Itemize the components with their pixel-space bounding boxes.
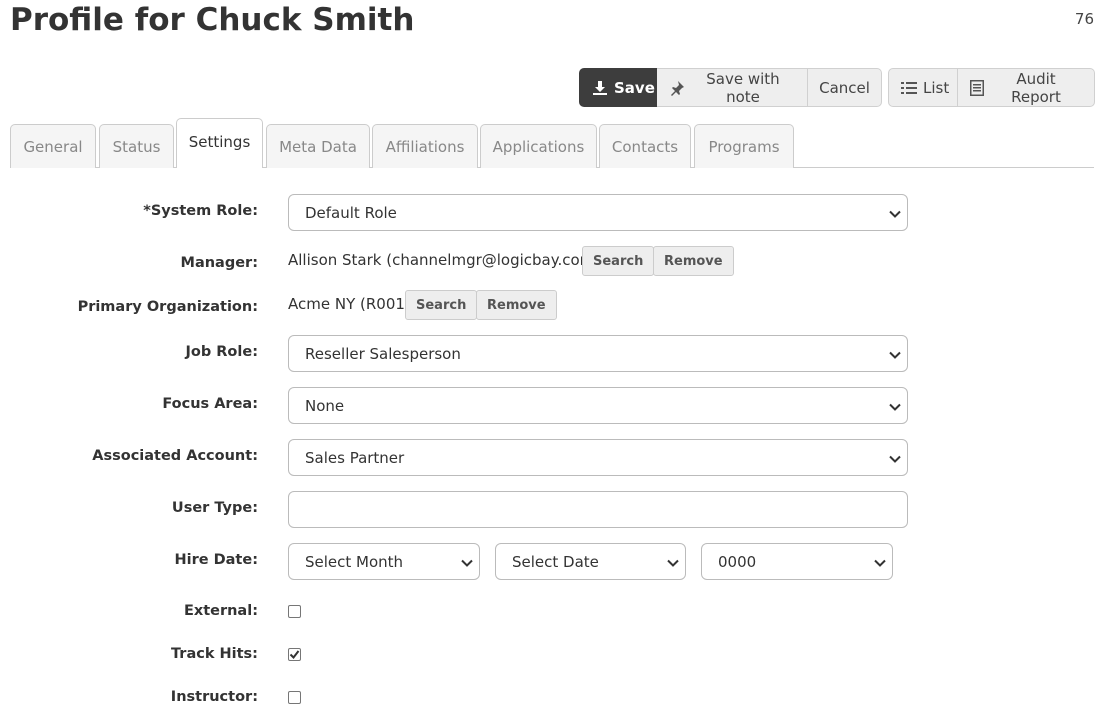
chevron-down-icon — [889, 204, 901, 222]
track-hits-label: Track Hits: — [171, 646, 258, 662]
chevron-down-icon — [874, 553, 886, 571]
focus-area-select[interactable]: None — [288, 387, 908, 424]
checkmark-icon — [289, 645, 300, 664]
manager-label: Manager: — [180, 255, 258, 271]
action-button-group: Save Save with note Cancel — [579, 68, 882, 107]
chevron-down-icon — [889, 397, 901, 415]
audit-report-label: Audit Report — [1011, 69, 1061, 106]
tab-status[interactable]: Status — [99, 124, 174, 168]
tab-general[interactable]: General — [10, 124, 96, 168]
associated-account-label: Associated Account: — [92, 448, 258, 464]
hire-year-select[interactable]: 0000 — [701, 543, 893, 580]
hire-month-value: Select Month — [305, 552, 404, 571]
system-role-select[interactable]: Default Role — [288, 194, 908, 231]
user-type-input[interactable] — [288, 491, 908, 528]
chevron-down-icon — [461, 553, 473, 571]
primary-org-search-button[interactable]: Search — [405, 290, 478, 320]
cancel-button[interactable]: Cancel — [808, 68, 882, 107]
audit-report-button[interactable]: Audit Report — [958, 68, 1095, 107]
focus-area-value: None — [305, 396, 345, 415]
job-role-select[interactable]: Reseller Salesperson — [288, 335, 908, 372]
save-with-note-button[interactable]: Save with note — [657, 68, 808, 107]
external-label: External: — [183, 603, 258, 619]
list-button-label: List — [923, 78, 950, 97]
instructor-label: Instructor: — [170, 689, 258, 705]
primary-org-remove-button[interactable]: Remove — [476, 290, 557, 320]
manager-value: Allison Stark (channelmgr@logicbay.com) — [288, 251, 601, 269]
tab-settings[interactable]: Settings — [176, 118, 263, 168]
chevron-down-icon — [667, 553, 679, 571]
save-with-note-label: Save with note — [706, 69, 780, 106]
hire-date-label: Hire Date: — [174, 552, 258, 568]
download-icon — [592, 80, 608, 96]
hire-year-value: 0000 — [718, 552, 757, 571]
instructor-checkbox[interactable] — [288, 691, 301, 704]
external-checkbox[interactable] — [288, 605, 301, 618]
tab-contacts[interactable]: Contacts — [599, 124, 691, 168]
job-role-label: Job Role: — [185, 344, 258, 360]
report-icon — [970, 79, 984, 96]
tab-meta-data[interactable]: Meta Data — [266, 124, 370, 168]
system-role-label: *System Role: — [143, 203, 258, 219]
list-button[interactable]: List — [888, 68, 958, 107]
tab-applications[interactable]: Applications — [480, 124, 597, 168]
save-button-label: Save — [614, 78, 655, 97]
save-button[interactable]: Save — [579, 68, 657, 107]
profile-tabs: General Status Settings Meta Data Affili… — [10, 118, 1094, 168]
list-icon — [901, 81, 917, 95]
job-role-value: Reseller Salesperson — [305, 344, 461, 363]
primary-org-label: Primary Organization: — [77, 299, 258, 315]
manager-search-button[interactable]: Search — [582, 246, 655, 276]
focus-area-label: Focus Area: — [162, 396, 258, 412]
chevron-down-icon — [889, 449, 901, 467]
cancel-button-label: Cancel — [819, 78, 870, 97]
track-hits-checkbox[interactable] — [288, 648, 301, 661]
hire-month-select[interactable]: Select Month — [288, 543, 480, 580]
report-button-group: List Audit Report — [888, 68, 1095, 107]
tab-affiliations[interactable]: Affiliations — [372, 124, 478, 168]
chevron-down-icon — [889, 345, 901, 363]
hire-day-select[interactable]: Select Date — [495, 543, 686, 580]
system-role-value: Default Role — [305, 203, 397, 222]
primary-org-value: Acme NY (R001) — [288, 295, 411, 313]
user-type-label: User Type: — [171, 500, 258, 516]
associated-account-select[interactable]: Sales Partner — [288, 439, 908, 476]
manager-remove-button[interactable]: Remove — [653, 246, 734, 276]
hire-day-value: Select Date — [512, 552, 599, 571]
record-id: 76 — [1074, 10, 1094, 28]
tab-programs[interactable]: Programs — [694, 124, 794, 168]
page-title: Profile for Chuck Smith — [10, 2, 415, 38]
pushpin-icon — [669, 80, 685, 96]
associated-account-value: Sales Partner — [305, 448, 405, 467]
